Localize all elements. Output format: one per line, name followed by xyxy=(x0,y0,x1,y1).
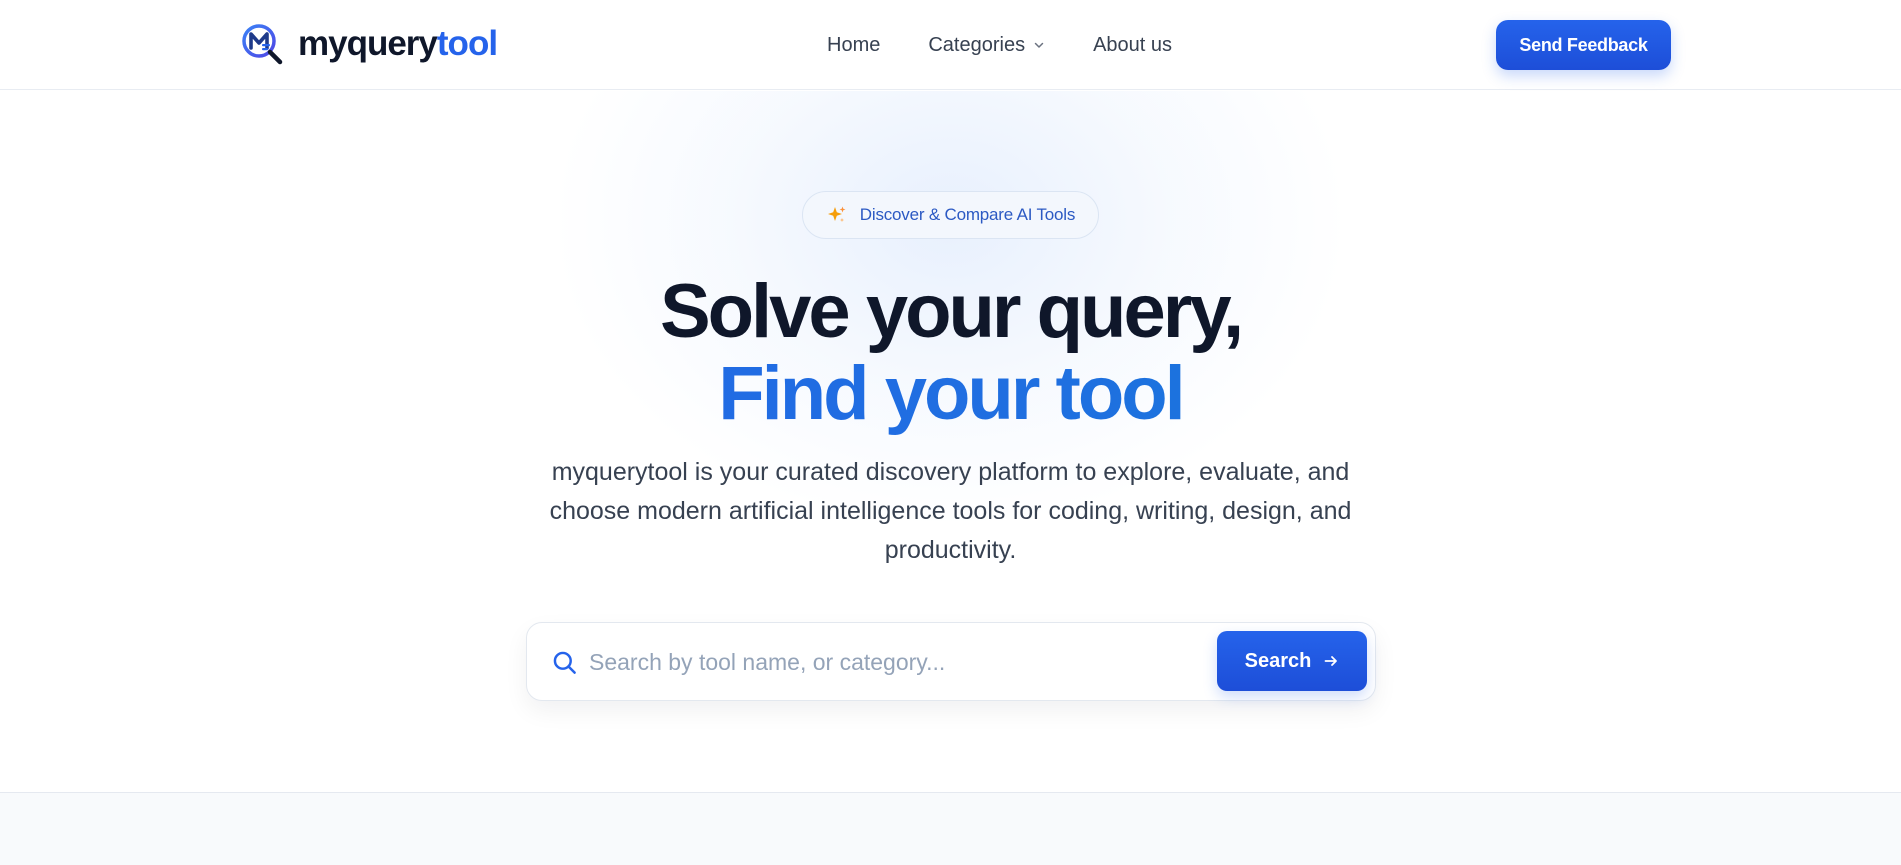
logo-text-part2: tool xyxy=(436,24,498,63)
discover-badge: Discover & Compare AI Tools xyxy=(802,191,1099,239)
magnifier-m-logo-icon xyxy=(242,24,283,65)
site-header: myquerytool Home Categories About us Sen… xyxy=(0,0,1901,90)
hero-title: Solve your query, Find your tool xyxy=(0,271,1901,435)
hero-title-line1: Solve your query, xyxy=(659,269,1244,354)
search-bar: Search xyxy=(526,622,1376,701)
hero-title-line2: Find your tool xyxy=(0,353,1901,435)
search-button-label: Search xyxy=(1244,649,1312,672)
search-input[interactable] xyxy=(589,637,1169,687)
nav-home[interactable]: Home xyxy=(827,30,880,60)
logo-link[interactable]: myquerytool xyxy=(240,22,498,66)
logo-text: myquerytool xyxy=(298,22,498,66)
send-feedback-button[interactable]: Send Feedback xyxy=(1496,20,1671,70)
next-section xyxy=(0,792,1901,865)
hero-description: myquerytool is your curated discovery pl… xyxy=(549,458,1352,564)
nav-categories[interactable]: Categories xyxy=(928,30,1045,60)
arrow-right-icon xyxy=(1324,656,1338,666)
main-nav: Home Categories About us xyxy=(827,30,1172,60)
search-button[interactable]: Search xyxy=(1217,631,1367,691)
nav-categories-label: Categories xyxy=(928,34,1026,56)
chevron-down-icon xyxy=(1034,42,1044,48)
hero-section: Discover & Compare AI Tools Solve your q… xyxy=(0,91,1901,792)
search-icon xyxy=(553,651,576,674)
logo-text-part1: myquery xyxy=(298,24,438,63)
nav-about-us[interactable]: About us xyxy=(1093,30,1172,60)
badge-text: Discover & Compare AI Tools xyxy=(859,205,1076,224)
sparkle-icon xyxy=(827,206,846,222)
